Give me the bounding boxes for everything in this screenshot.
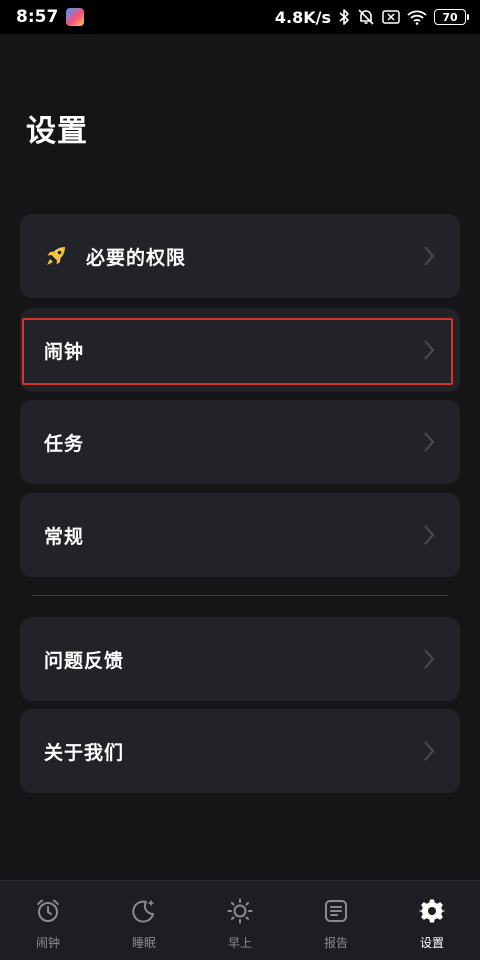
tab-label: 报告 <box>323 936 348 950</box>
tab-morning[interactable]: 早上 <box>192 881 288 960</box>
status-time: 8:57 <box>16 7 59 27</box>
chevron-right-icon <box>422 244 436 268</box>
tab-label: 睡眠 <box>131 936 156 950</box>
chevron-right-icon <box>422 523 436 547</box>
menu-item-label: 问题反馈 <box>44 649 125 672</box>
menu-item-label: 关于我们 <box>44 741 125 764</box>
menu-item-label: 必要的权限 <box>86 246 187 269</box>
alarm-clock-icon <box>34 897 62 928</box>
tab-label: 早上 <box>227 936 252 950</box>
divider <box>32 595 448 596</box>
gear-icon <box>418 897 446 928</box>
rocket-icon <box>44 244 68 268</box>
app-badge-icon <box>66 8 85 26</box>
wifi-icon <box>407 9 427 25</box>
network-speed: 4.8K/s <box>274 7 331 27</box>
menu-item-permissions[interactable]: 必要的权限 <box>20 214 460 298</box>
chevron-right-icon <box>422 430 436 454</box>
no-sim-icon <box>382 9 400 25</box>
chevron-right-icon <box>422 739 436 763</box>
menu-item-general[interactable]: 常规 <box>20 493 460 577</box>
moon-icon <box>130 897 158 928</box>
tab-label: 闹钟 <box>35 936 60 950</box>
bluetooth-icon <box>338 8 350 26</box>
menu-item-label: 任务 <box>44 432 85 455</box>
tab-sleep[interactable]: 睡眠 <box>96 881 192 960</box>
chevron-right-icon <box>422 338 436 362</box>
menu-item-alarm[interactable]: 闹钟 <box>20 308 460 392</box>
menu-item-label: 常规 <box>44 525 85 548</box>
report-icon <box>322 897 350 928</box>
menu-item-tasks[interactable]: 任务 <box>20 400 460 484</box>
tab-report[interactable]: 报告 <box>288 881 384 960</box>
battery-level: 70 <box>442 10 458 24</box>
menu-item-about[interactable]: 关于我们 <box>20 709 460 793</box>
page-title: 设置 <box>26 114 88 149</box>
tab-alarm[interactable]: 闹钟 <box>0 881 96 960</box>
menu-item-label: 闹钟 <box>44 340 85 363</box>
menu-item-feedback[interactable]: 问题反馈 <box>20 617 460 701</box>
tab-label: 设置 <box>419 936 444 950</box>
bottom-tab-bar: 闹钟 睡眠 早上 报告 设置 <box>0 880 480 960</box>
sun-icon <box>226 897 254 928</box>
tab-settings[interactable]: 设置 <box>384 881 480 960</box>
chevron-right-icon <box>422 647 436 671</box>
battery-icon: 70 <box>434 9 469 25</box>
mute-bell-icon <box>357 8 375 26</box>
status-bar: 8:57 4.8K/s 70 <box>0 0 480 34</box>
